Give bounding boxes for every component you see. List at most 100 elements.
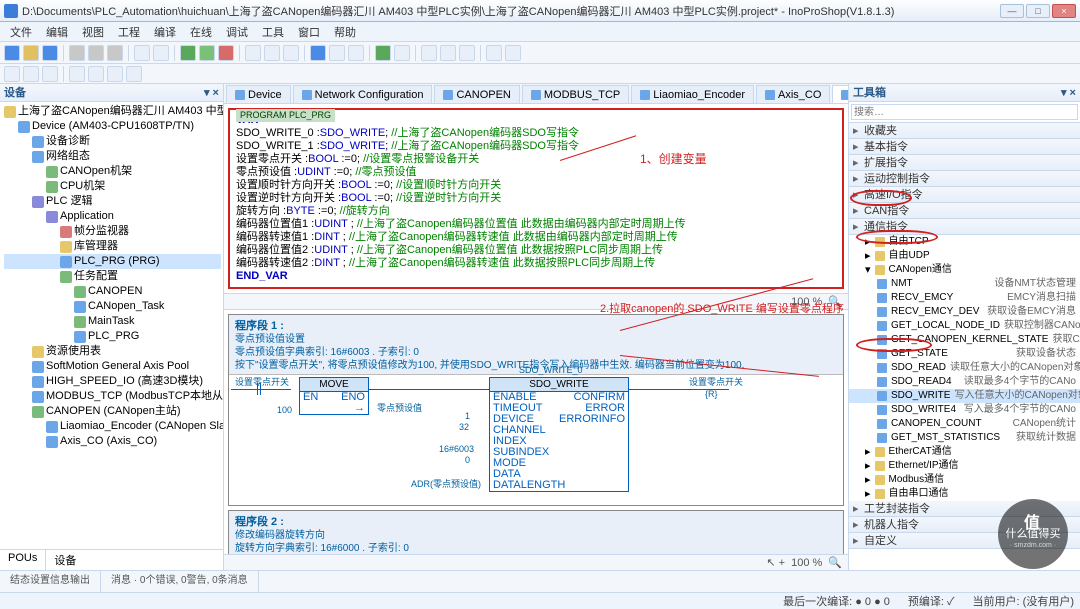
menu-工程[interactable]: 工程 [112, 22, 146, 42]
rung-1[interactable]: 程序段 1 : 零点预设值设置 零点预设值字典索引: 16#6003 . 子索引… [228, 314, 844, 506]
menu-在线[interactable]: 在线 [184, 22, 218, 42]
tool-download-icon[interactable] [199, 45, 215, 61]
subcat[interactable]: ▸Modbus通信 [849, 473, 1080, 487]
toolbox-item-RECV_EMCY[interactable]: RECV_EMCYEMCY消息扫描 [849, 291, 1080, 305]
move-fb[interactable]: MOVE ENENO → [299, 377, 369, 415]
tree-node[interactable]: Device (AM403-CPU1608TP/TN) [4, 119, 221, 134]
close-button[interactable]: × [1052, 4, 1076, 18]
subcat[interactable]: ▸Ethernet/IP通信 [849, 459, 1080, 473]
cat-高速I/O指令[interactable]: ▸高速I/O指令 [849, 187, 1080, 203]
cat-扩展指令[interactable]: ▸扩展指令 [849, 155, 1080, 171]
toolbox-item-GET_LOCAL_NODE_ID[interactable]: GET_LOCAL_NODE_ID获取控制器CANopen节点ID [849, 319, 1080, 333]
panel-pin-icon[interactable]: ▾ × [204, 84, 219, 101]
cat-收藏夹[interactable]: ▸收藏夹 [849, 123, 1080, 139]
tab-Device[interactable]: Device [226, 85, 291, 103]
left-tab-device[interactable]: 设备 [46, 550, 84, 570]
zoom-icon[interactable]: 🔍 [828, 295, 842, 308]
tool-h-icon[interactable] [440, 45, 456, 61]
tool-paste-icon[interactable] [107, 45, 123, 61]
tree-node[interactable]: HIGH_SPEED_IO (高速3D模块) [4, 374, 221, 389]
tree-node[interactable]: CANOpen机架 [4, 164, 221, 179]
tab-PLC_PRG[interactable]: PLC_PRG× [832, 85, 848, 103]
menu-编辑[interactable]: 编辑 [40, 22, 74, 42]
tool-g-icon[interactable] [421, 45, 437, 61]
menu-视图[interactable]: 视图 [76, 22, 110, 42]
tree-node[interactable]: SoftMotion General Axis Pool [4, 359, 221, 374]
cat-通信指令[interactable]: ▸通信指令 [849, 219, 1080, 235]
toolbox-item-SDO_WRITE4[interactable]: SDO_WRITE4写入最多4个字节的CANo [849, 403, 1080, 417]
ld-tool-2-icon[interactable] [23, 66, 39, 82]
subcat[interactable]: ▸EtherCAT通信 [849, 445, 1080, 459]
cat-运动控制指令[interactable]: ▸运动控制指令 [849, 171, 1080, 187]
tab-CANOPEN[interactable]: CANOPEN [434, 85, 519, 103]
device-tree[interactable]: 上海了盗CANopen编码器汇川 AM403 中型PLC实例.projectDe… [0, 102, 223, 549]
zoom-value[interactable]: 100 % [791, 296, 822, 308]
tree-node[interactable]: 帧分监视器 [4, 224, 221, 239]
toolbox-item-SDO_WRITE[interactable]: SDO_WRITE写入任意大小的CANopen对象 [849, 389, 1080, 403]
toolbox-item-NMT[interactable]: NMT设备NMT状态管理 [849, 277, 1080, 291]
subcat[interactable]: ▸自由UDP [849, 249, 1080, 263]
tool-new-icon[interactable] [4, 45, 20, 61]
tool-c-icon[interactable] [283, 45, 299, 61]
tree-node[interactable]: 资源使用表 [4, 344, 221, 359]
subcat[interactable]: ▸自由TCP [849, 235, 1080, 249]
tool-pause-icon[interactable] [394, 45, 410, 61]
ld-tool-4-icon[interactable] [69, 66, 85, 82]
menu-编译[interactable]: 编译 [148, 22, 182, 42]
tool-a-icon[interactable] [245, 45, 261, 61]
tool-stop-icon[interactable] [218, 45, 234, 61]
tree-node[interactable]: CANOPEN [4, 284, 221, 299]
ld-cursor-icon[interactable]: ↖ + [766, 556, 785, 569]
menu-工具[interactable]: 工具 [256, 22, 290, 42]
subcat[interactable]: ▾CANopen通信 [849, 263, 1080, 277]
ld-tool-3-icon[interactable] [42, 66, 58, 82]
tree-node[interactable]: CPU机架 [4, 179, 221, 194]
tool-k-icon[interactable] [505, 45, 521, 61]
toolbox-item-GET_STATE[interactable]: GET_STATE获取设备状态 [849, 347, 1080, 361]
tool-copy-icon[interactable] [88, 45, 104, 61]
tool-redo-icon[interactable] [153, 45, 169, 61]
tree-node[interactable]: MainTask [4, 314, 221, 329]
tree-node[interactable]: PLC 逻辑 [4, 194, 221, 209]
toolbox-search-input[interactable] [851, 104, 1078, 120]
menu-调试[interactable]: 调试 [220, 22, 254, 42]
cat-基本指令[interactable]: ▸基本指令 [849, 139, 1080, 155]
tool-build-icon[interactable] [180, 45, 196, 61]
ld-zoom[interactable]: 100 % [791, 557, 822, 569]
tree-node[interactable]: MODBUS_TCP (ModbusTCP本地从站) [4, 389, 221, 404]
tool-i-icon[interactable] [459, 45, 475, 61]
tree-node[interactable]: CANOPEN (CANopen主站) [4, 404, 221, 419]
tool-undo-icon[interactable] [134, 45, 150, 61]
tool-save-icon[interactable] [42, 45, 58, 61]
ladder-editor[interactable]: 程序段 1 : 零点预设值设置 零点预设值字典索引: 16#6003 . 子索引… [224, 309, 848, 554]
ld-tool-1-icon[interactable] [4, 66, 20, 82]
menu-文件[interactable]: 文件 [4, 22, 38, 42]
tab-Network Configuration[interactable]: Network Configuration [293, 85, 433, 103]
toolbox-item-SDO_READ4[interactable]: SDO_READ4读取最多4个字节的CANo [849, 375, 1080, 389]
tree-node[interactable]: Axis_CO (Axis_CO) [4, 434, 221, 449]
tree-node[interactable]: PLC_PRG [4, 329, 221, 344]
tool-j-icon[interactable] [486, 45, 502, 61]
minimize-button[interactable]: — [1000, 4, 1024, 18]
tree-node[interactable]: CANopen_Task [4, 299, 221, 314]
var-declaration-box[interactable]: PROGRAM PLC_PRG VAR SDO_WRITE_0 :SDO_WRI… [228, 108, 844, 289]
tree-node[interactable]: 任务配置 [4, 269, 221, 284]
toolbox-item-SDO_READ[interactable]: SDO_READ读取任意大小的CANopen对象 [849, 361, 1080, 375]
tool-run-icon[interactable] [375, 45, 391, 61]
tree-node[interactable]: 设备诊断 [4, 134, 221, 149]
toolbox-pin-icon[interactable]: ▾ × [1061, 84, 1076, 101]
tab-Axis_CO[interactable]: Axis_CO [756, 85, 830, 103]
tool-f-icon[interactable] [348, 45, 364, 61]
maximize-button[interactable]: □ [1026, 4, 1050, 18]
rung-2[interactable]: 程序段 2 : 修改编码器旋转方向 旋转方向字典索引: 16#6000 . 子索… [228, 510, 844, 554]
sdo-write-fb[interactable]: SDO_WRITE ENABLECONFIRMTIMEOUTERRORDEVIC… [489, 377, 629, 492]
ld-tool-5-icon[interactable] [88, 66, 104, 82]
toolbox-item-GET_MST_STATISTICS[interactable]: GET_MST_STATISTICS获取统计数据 [849, 431, 1080, 445]
cat-CAN指令[interactable]: ▸CAN指令 [849, 203, 1080, 219]
toolbox-item-CANOPEN_COUNT[interactable]: CANOPEN_COUNTCANopen统计 [849, 417, 1080, 431]
tree-node[interactable]: 库管理器 [4, 239, 221, 254]
toolbox-item-RECV_EMCY_DEV[interactable]: RECV_EMCY_DEV获取设备EMCY消息 [849, 305, 1080, 319]
tree-node[interactable]: 网络组态 [4, 149, 221, 164]
contact-icon[interactable] [257, 383, 261, 395]
tree-node[interactable]: PLC_PRG (PRG) [4, 254, 221, 269]
